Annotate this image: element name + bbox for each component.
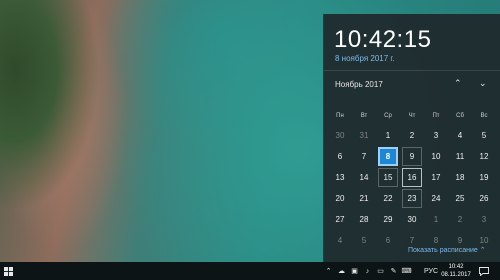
battery-icon[interactable]: ▭ [374,267,387,275]
calendar-day[interactable]: 12 [474,147,494,166]
calendar-day[interactable]: 20 [330,189,350,208]
system-tray: ⌃ ☁ ▣ ♪ ▭ ✎ ⌨ [322,262,413,280]
calendar-day[interactable]: 3 [474,210,494,229]
calendar-day[interactable]: 26 [474,189,494,208]
network-icon[interactable]: ▣ [348,267,361,275]
weekday-label: Вт [360,113,368,119]
start-button[interactable] [4,262,13,280]
calendar-day[interactable]: 6 [378,231,398,250]
calendar-day[interactable]: 29 [378,210,398,229]
calendar-day[interactable]: 1 [426,210,446,229]
calendar-day[interactable]: 3 [426,126,446,145]
calendar-day[interactable]: 15 [378,168,398,187]
calendar-day[interactable]: 11 [450,147,470,166]
prev-month-chevron-up-icon[interactable]: ⌃ [454,78,462,89]
calendar-day[interactable]: 7 [354,147,374,166]
taskbar-time: 10:42 [448,264,464,270]
pen-icon[interactable]: ✎ [387,267,400,275]
weekday-label: Пт [432,113,440,119]
calendar-day[interactable]: 22 [378,189,398,208]
calendar-day[interactable]: 2 [450,210,470,229]
calendar-day[interactable]: 17 [426,168,446,187]
calendar-day[interactable]: 5 [354,231,374,250]
weekday-label: Сб [456,113,464,119]
flyout-date-link[interactable]: 8 ноября 2017 г. [335,54,395,63]
calendar-day[interactable]: 10 [426,147,446,166]
calendar-day[interactable]: 4 [450,126,470,145]
windows-logo-icon [4,266,13,276]
calendar-day[interactable]: 9 [402,147,422,166]
date-time-flyout: 10:42:15 8 ноября 2017 г. Ноябрь 2017 ⌃ … [323,14,500,262]
calendar-day[interactable]: 30 [330,126,350,145]
taskbar: ⌃ ☁ ▣ ♪ ▭ ✎ ⌨ РУС 10:42 08.11.2017 [0,262,500,280]
divider [324,70,500,71]
weekday-label: Вс [480,113,488,119]
calendar-day[interactable]: 27 [330,210,350,229]
calendar-day[interactable]: 1 [378,126,398,145]
weekday-label: Пн [336,113,344,119]
taskbar-clock[interactable]: 10:42 08.11.2017 [438,263,474,279]
keyboard-icon[interactable]: ⌨ [400,267,413,275]
show-schedule-label: Показать расписание [408,247,478,254]
calendar-day[interactable]: 16 [402,168,422,187]
calendar-day[interactable]: 6 [330,147,350,166]
calendar-day-today[interactable]: 8 [378,147,398,166]
taskbar-date: 08.11.2017 [441,272,471,278]
weekday-header: Пн Вт Ср Чт Пт Сб Вс [328,113,496,119]
flyout-clock: 10:42:15 [334,26,432,53]
month-title[interactable]: Ноябрь 2017 [335,80,383,89]
action-center-notification-icon[interactable] [479,262,489,280]
calendar-day[interactable]: 13 [330,168,350,187]
language-indicator[interactable]: РУС [424,262,438,280]
calendar-day[interactable]: 31 [354,126,374,145]
calendar-day[interactable]: 28 [354,210,374,229]
chevron-up-icon[interactable]: ⌃ [322,267,335,275]
volume-icon[interactable]: ♪ [361,268,374,275]
calendar-day[interactable]: 19 [474,168,494,187]
weekday-label: Ср [384,113,392,119]
calendar-grid: 30 31 1 2 3 4 5 6 7 8 9 10 11 12 13 14 15 16 17 18 19 20 21 22 2… [328,125,496,251]
calendar-day[interactable]: 5 [474,126,494,145]
calendar-day[interactable]: 24 [426,189,446,208]
calendar-day[interactable]: 25 [450,189,470,208]
calendar-day[interactable]: 14 [354,168,374,187]
calendar-day[interactable]: 2 [402,126,422,145]
calendar-day[interactable]: 4 [330,231,350,250]
show-schedule-link[interactable]: Показать расписание ⌃ [408,246,486,254]
calendar-day[interactable]: 21 [354,189,374,208]
calendar-day[interactable]: 23 [402,189,422,208]
weekday-label: Чт [408,113,416,119]
calendar-day[interactable]: 30 [402,210,422,229]
onedrive-icon[interactable]: ☁ [335,267,348,275]
calendar-day[interactable]: 18 [450,168,470,187]
chevron-up-icon: ⌃ [479,247,486,254]
next-month-chevron-down-icon[interactable]: ⌄ [479,78,487,89]
